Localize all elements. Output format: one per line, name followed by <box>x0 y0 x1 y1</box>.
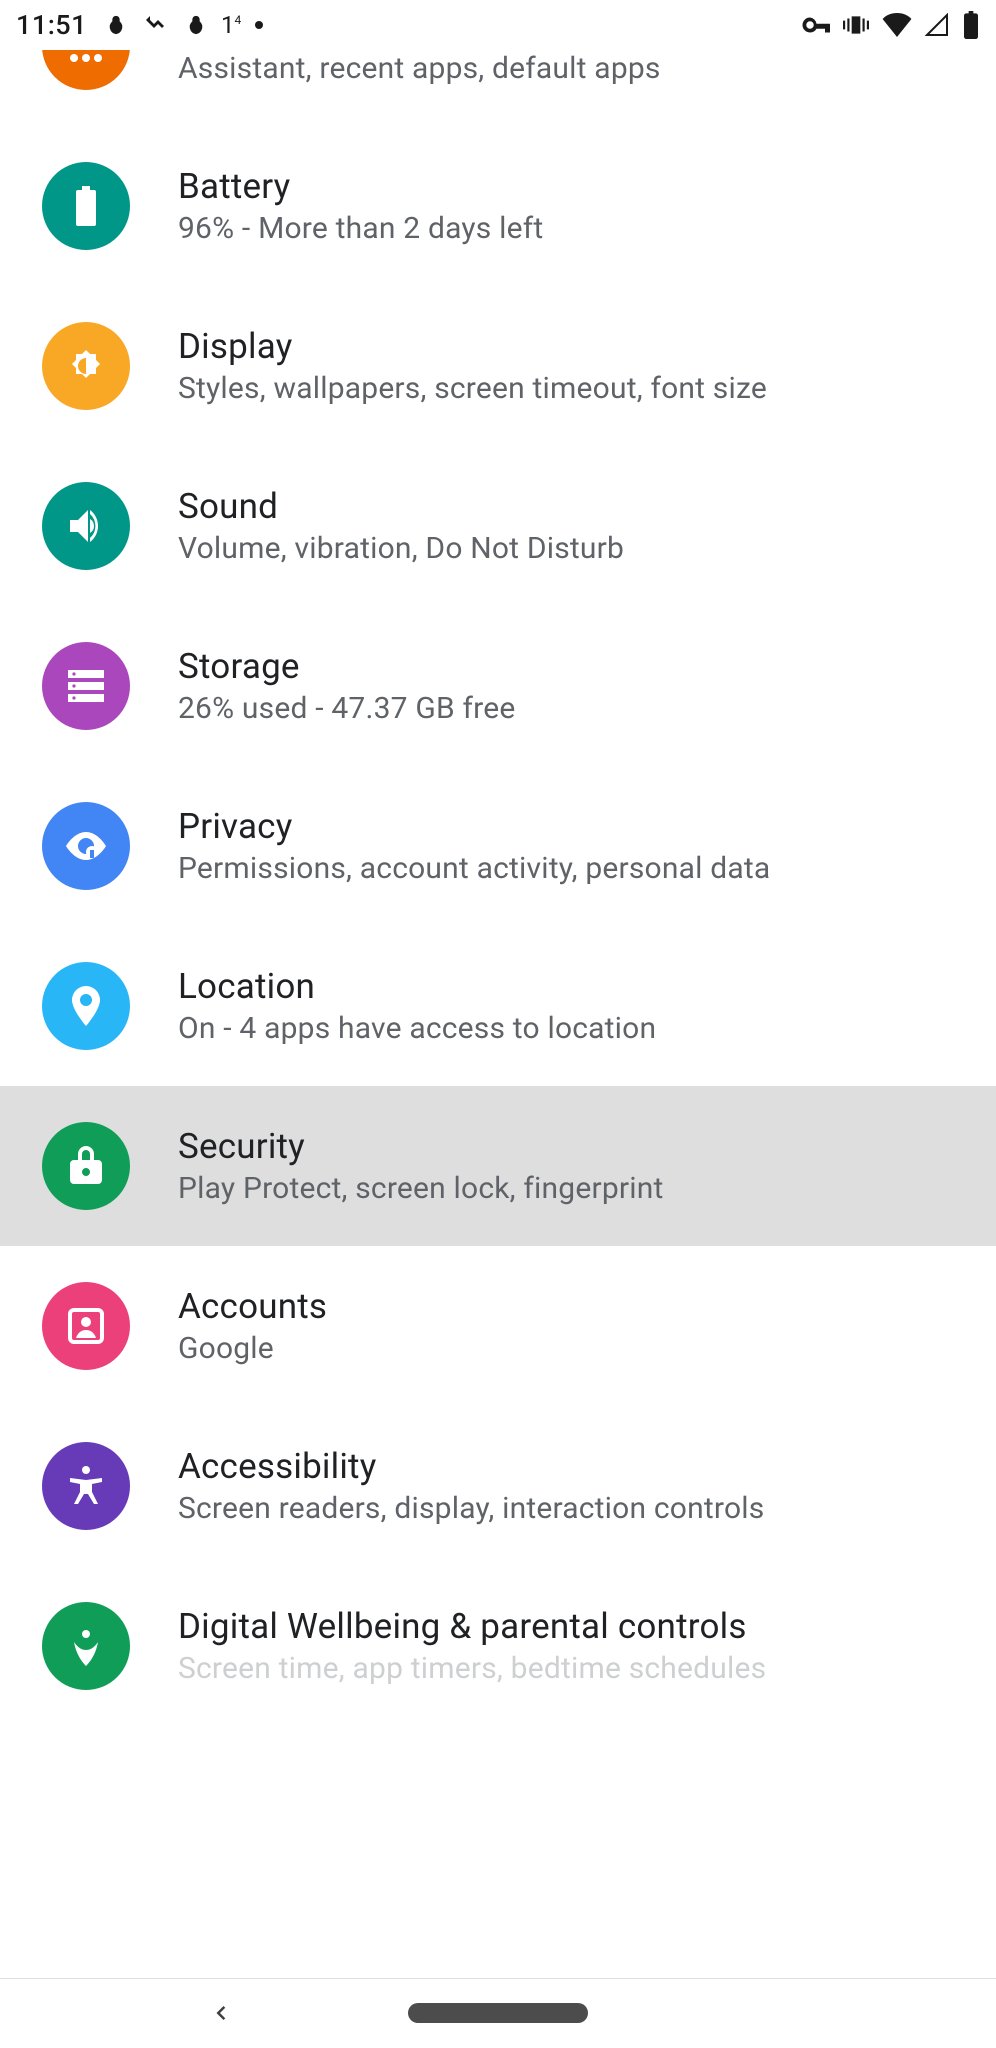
accounts-icon <box>42 1282 130 1370</box>
battery-icon <box>42 162 130 250</box>
settings-item-storage[interactable]: Storage 26% used - 47.37 GB free <box>0 606 996 766</box>
settings-item-security[interactable]: Security Play Protect, screen lock, fing… <box>0 1086 996 1246</box>
nav-bar <box>0 1978 996 2048</box>
item-subtitle: Play Protect, screen lock, fingerprint <box>178 1171 664 1206</box>
status-bar: 11:51 14 <box>0 0 996 50</box>
item-subtitle: Screen time, app timers, bedtime schedul… <box>178 1651 766 1686</box>
accessibility-icon <box>42 1442 130 1530</box>
display-icon <box>42 322 130 410</box>
storage-icon <box>42 642 130 730</box>
item-title: Battery <box>178 166 543 207</box>
item-title: Accounts <box>178 1286 327 1327</box>
item-title: Location <box>178 966 656 1007</box>
settings-item-battery[interactable]: Battery 96% - More than 2 days left <box>0 126 996 286</box>
status-right-group <box>800 11 980 39</box>
item-title: Sound <box>178 486 624 527</box>
status-left-group: 11:51 14 <box>16 9 263 41</box>
wellbeing-icon <box>42 1602 130 1690</box>
settings-item-accessibility[interactable]: Accessibility Screen readers, display, i… <box>0 1406 996 1566</box>
missed-call-icon <box>141 13 171 37</box>
item-subtitle: Volume, vibration, Do Not Disturb <box>178 531 624 566</box>
more-notif-dot <box>255 21 263 29</box>
nav-separator <box>0 1978 996 1979</box>
settings-item-wellbeing[interactable]: Digital Wellbeing & parental controls Sc… <box>0 1566 996 1690</box>
item-title: Privacy <box>178 806 770 847</box>
sound-icon <box>42 482 130 570</box>
item-subtitle: 96% - More than 2 days left <box>178 211 543 246</box>
settings-item-sound[interactable]: Sound Volume, vibration, Do Not Disturb <box>0 446 996 606</box>
settings-item-privacy[interactable]: Privacy Permissions, account activity, p… <box>0 766 996 926</box>
item-title: Accessibility <box>178 1446 764 1487</box>
privacy-icon <box>42 802 130 890</box>
settings-item-display[interactable]: Display Styles, wallpapers, screen timeo… <box>0 286 996 446</box>
cell-signal-icon <box>924 13 950 37</box>
apps-icon <box>42 50 130 90</box>
item-subtitle: Google <box>178 1331 327 1366</box>
item-subtitle: Styles, wallpapers, screen timeout, font… <box>178 371 767 406</box>
chevron-left-icon <box>206 1999 234 2027</box>
vibrate-icon <box>842 12 870 38</box>
item-subtitle: 26% used - 47.37 GB free <box>178 691 515 726</box>
item-subtitle: Assistant, recent apps, default apps <box>178 51 661 86</box>
security-icon <box>42 1122 130 1210</box>
lock-notif-icon-2 <box>185 11 207 39</box>
settings-item-accounts[interactable]: Accounts Google <box>0 1246 996 1406</box>
battery-status-icon <box>962 11 980 39</box>
settings-item-apps[interactable]: Apps & notifications Assistant, recent a… <box>0 50 996 126</box>
clock-text: 11:51 <box>16 9 87 41</box>
vpn-key-icon <box>800 15 830 35</box>
lock-notif-icon <box>105 11 127 39</box>
item-subtitle: Screen readers, display, interaction con… <box>178 1491 764 1526</box>
settings-item-location[interactable]: Location On - 4 apps have access to loca… <box>0 926 996 1086</box>
nav-back-button[interactable] <box>200 1993 240 2033</box>
item-title: Security <box>178 1126 664 1167</box>
item-subtitle: Permissions, account activity, personal … <box>178 851 770 886</box>
settings-list[interactable]: Apps & notifications Assistant, recent a… <box>0 50 996 1978</box>
location-icon <box>42 962 130 1050</box>
item-title: Display <box>178 326 767 367</box>
wifi-icon <box>882 13 912 37</box>
item-title: Storage <box>178 646 515 687</box>
nav-home-pill[interactable] <box>408 2003 588 2023</box>
item-subtitle: On - 4 apps have access to location <box>178 1011 656 1046</box>
notif-count: 14 <box>221 11 241 39</box>
item-title: Digital Wellbeing & parental controls <box>178 1606 766 1647</box>
